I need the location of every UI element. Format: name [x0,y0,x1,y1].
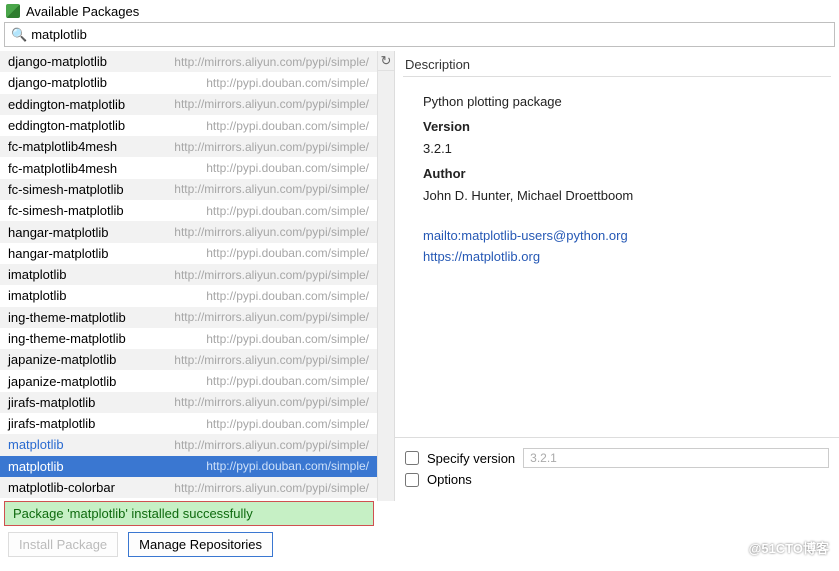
description-header: Description [395,51,839,76]
package-url: http://pypi.douban.com/simple/ [206,459,369,473]
install-package-button: Install Package [8,532,118,557]
package-name: ing-theme-matplotlib [8,331,126,346]
version-value: 3.2.1 [423,138,825,159]
package-name: matplotlib [8,437,64,452]
package-name: eddington-matplotlib [8,118,125,133]
package-row[interactable]: fc-matplotlib4mesh http://pypi.douban.com… [0,157,377,178]
specify-version-checkbox[interactable] [405,451,419,465]
package-name: hangar-matplotlib [8,246,108,261]
package-row[interactable]: matplotlib-colorbar http://mirrors.aliyun… [0,477,377,498]
package-row[interactable]: eddington-matplotlib http://pypi.douban.c… [0,115,377,136]
package-url: http://pypi.douban.com/simple/ [206,119,369,133]
refresh-icon[interactable]: ↻ [378,51,394,71]
description-body: Python plotting package Version 3.2.1 Au… [395,77,839,268]
package-url: http://pypi.douban.com/simple/ [206,246,369,260]
package-url: http://mirrors.aliyun.com/pypi/simple/ [174,182,369,196]
specify-version-label: Specify version [427,451,515,466]
search-input[interactable] [31,25,828,44]
search-icon: 🔍 [11,27,27,43]
package-row[interactable]: ing-theme-matplotlib http://mirrors.aliyu… [0,307,377,328]
package-url: http://mirrors.aliyun.com/pypi/simple/ [174,395,369,409]
package-row[interactable]: fc-simesh-matplotlib http://mirrors.aliyu… [0,179,377,200]
package-url: http://mirrors.aliyun.com/pypi/simple/ [174,438,369,452]
package-name: matplotlib [8,459,64,474]
package-row[interactable]: jirafs-matplotlib http://mirrors.aliyun.c… [0,392,377,413]
package-name: matplotlib-colorbar [8,480,115,495]
package-row[interactable]: imatplotlib http://mirrors.aliyun.com/pyp… [0,264,377,285]
package-row[interactable]: django-matplotlib http://pypi.douban.com/… [0,72,377,93]
package-url: http://pypi.douban.com/simple/ [206,76,369,90]
package-url: http://mirrors.aliyun.com/pypi/simple/ [174,97,369,111]
app-icon [6,4,20,18]
package-name: japanize-matplotlib [8,352,116,367]
mail-link[interactable]: mailto:matplotlib-users@python.org [423,226,825,247]
package-name: fc-matplotlib4mesh [8,161,117,176]
package-row[interactable]: jirafs-matplotlib http://pypi.douban.com/… [0,413,377,434]
specify-version-input [523,448,829,468]
scroll-column: ↻ [377,51,394,501]
package-name: imatplotlib [8,267,67,282]
author-value: John D. Hunter, Michael Droettboom [423,185,825,206]
package-row[interactable]: eddington-matplotlib http://mirrors.aliyu… [0,94,377,115]
options-label: Options [427,472,472,487]
package-name: ing-theme-matplotlib [8,310,126,325]
package-row[interactable]: japanize-matplotlib http://pypi.douban.co… [0,370,377,391]
package-url: http://pypi.douban.com/simple/ [206,374,369,388]
options-checkbox[interactable] [405,473,419,487]
package-row[interactable]: matplotlib http://pypi.douban.com/simple/ [0,456,377,477]
package-name: japanize-matplotlib [8,374,116,389]
window-titlebar: Available Packages [0,0,839,22]
package-row[interactable]: hangar-matplotlib http://pypi.douban.com/… [0,243,377,264]
package-url: http://pypi.douban.com/simple/ [206,204,369,218]
package-list[interactable]: django-matplotlib http://mirrors.aliyun.c… [0,51,377,501]
package-url: http://mirrors.aliyun.com/pypi/simple/ [174,481,369,495]
package-name: fc-matplotlib4mesh [8,139,117,154]
package-url: http://pypi.douban.com/simple/ [206,417,369,431]
package-url: http://pypi.douban.com/simple/ [206,161,369,175]
package-row[interactable]: matplotlib http://mirrors.aliyun.com/pypi… [0,434,377,455]
package-row[interactable]: ing-theme-matplotlib http://pypi.douban.c… [0,328,377,349]
package-summary: Python plotting package [423,91,825,112]
window-title: Available Packages [26,4,139,19]
package-url: http://mirrors.aliyun.com/pypi/simple/ [174,55,369,69]
package-row[interactable]: japanize-matplotlib http://mirrors.aliyun… [0,349,377,370]
package-url: http://mirrors.aliyun.com/pypi/simple/ [174,225,369,239]
package-name: fc-simesh-matplotlib [8,182,124,197]
search-bar[interactable]: 🔍 [4,22,835,47]
package-url: http://pypi.douban.com/simple/ [206,289,369,303]
package-row[interactable]: imatplotlib http://pypi.douban.com/simple… [0,285,377,306]
package-name: django-matplotlib [8,75,107,90]
package-row[interactable]: django-matplotlib http://mirrors.aliyun.c… [0,51,377,72]
package-name: fc-simesh-matplotlib [8,203,124,218]
package-url: http://mirrors.aliyun.com/pypi/simple/ [174,310,369,324]
package-url: http://mirrors.aliyun.com/pypi/simple/ [174,353,369,367]
package-name: jirafs-matplotlib [8,395,95,410]
package-url: http://pypi.douban.com/simple/ [206,332,369,346]
package-name: jirafs-matplotlib [8,416,95,431]
package-url: http://mirrors.aliyun.com/pypi/simple/ [174,268,369,282]
watermark: @51CTO博客 [749,538,829,557]
manage-repositories-button[interactable]: Manage Repositories [128,532,273,557]
package-row[interactable]: fc-matplotlib4mesh http://mirrors.aliyun.… [0,136,377,157]
package-name: django-matplotlib [8,54,107,69]
package-row[interactable]: fc-simesh-matplotlib http://pypi.douban.c… [0,200,377,221]
package-name: imatplotlib [8,288,67,303]
web-link[interactable]: https://matplotlib.org [423,247,825,268]
package-name: eddington-matplotlib [8,97,125,112]
package-name: hangar-matplotlib [8,225,108,240]
status-message: Package 'matplotlib' installed successfu… [4,501,374,526]
package-row[interactable]: hangar-matplotlib http://mirrors.aliyun.c… [0,221,377,242]
package-url: http://mirrors.aliyun.com/pypi/simple/ [174,140,369,154]
version-label: Version [423,116,825,137]
author-label: Author [423,163,825,184]
